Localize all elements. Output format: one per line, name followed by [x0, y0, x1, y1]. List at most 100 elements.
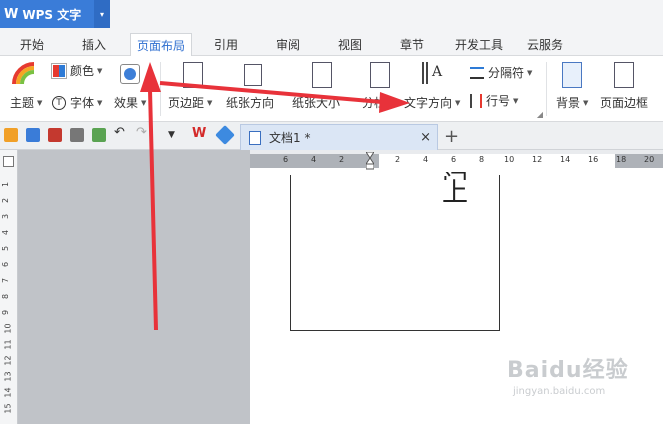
redo-icon[interactable]: ↷ — [136, 125, 150, 140]
ruler-tick: 14 — [3, 387, 13, 398]
text-direction-button[interactable]: 文字方向 ▼ — [404, 94, 460, 111]
ruler-tick: 18 — [616, 155, 627, 164]
tab-developer[interactable]: 开发工具 — [455, 36, 503, 56]
ruler-corner-icon[interactable] — [3, 156, 14, 167]
ruler-tick: 4 — [1, 229, 11, 236]
undo-icon[interactable]: ↶ — [114, 125, 128, 140]
theme-button[interactable]: 主题 ▼ — [10, 94, 42, 111]
text-box[interactable] — [290, 175, 500, 331]
page-border-button[interactable]: 页面边框 — [600, 94, 648, 111]
baidu-watermark: Baidu经验 jingyan.baidu.com — [507, 352, 657, 412]
print-preview-icon[interactable] — [92, 128, 106, 142]
open-folder-icon[interactable] — [4, 128, 18, 142]
wps-logo-icon: W — [4, 6, 19, 22]
ruler-tick: 6 — [451, 155, 457, 164]
wps-home-icon[interactable]: W — [192, 126, 206, 141]
color-button[interactable]: 颜色 ▼ — [51, 62, 102, 79]
group-divider — [160, 62, 161, 116]
vertical-text: 门 上 — [442, 172, 468, 206]
columns-button[interactable]: 分栏 — [362, 94, 386, 111]
ruler-tick: 16 — [588, 155, 599, 164]
orientation-button[interactable]: 纸张方向 — [226, 94, 274, 111]
breaks-button[interactable]: 分隔符 ▼ — [470, 64, 532, 81]
ruler-tick: 14 — [560, 155, 571, 164]
chevron-down-icon[interactable]: ▾ — [94, 0, 110, 28]
ruler-tick: 12 — [3, 355, 13, 366]
tab-page-layout[interactable]: 页面布局 — [130, 33, 193, 57]
margins-icon[interactable] — [183, 62, 203, 88]
ruler-tick: 10 — [3, 323, 13, 334]
theme-icon[interactable] — [12, 62, 38, 86]
tab-review[interactable]: 审阅 — [276, 36, 300, 56]
title-bar: W WPS 文字 ▾ — [0, 0, 663, 32]
ruler-tick: 8 — [1, 293, 11, 300]
font-button[interactable]: T 字体 ▼ — [52, 94, 102, 111]
ruler-tick: 13 — [3, 371, 13, 382]
document-icon — [249, 130, 261, 145]
tab-view[interactable]: 视图 — [338, 36, 362, 56]
cloud-doc-icon[interactable] — [215, 125, 235, 145]
ruler-tick: 12 — [532, 155, 543, 164]
breaks-icon — [470, 66, 484, 79]
ruler-tick: 6 — [1, 261, 11, 268]
customize-toolbar-icon[interactable]: ▼ — [168, 130, 182, 144]
tab-home[interactable]: 开始 — [20, 36, 44, 56]
ruler-tick: 2 — [339, 155, 345, 164]
ruler-tick: 20 — [644, 155, 655, 164]
app-name: WPS 文字 — [22, 7, 82, 22]
orientation-icon[interactable] — [244, 64, 262, 86]
ruler-tick: 3 — [1, 213, 11, 220]
palette-icon — [51, 62, 67, 79]
menu-bar: 开始 插入 页面布局 引用 审阅 视图 章节 开发工具 云服务 — [0, 32, 663, 57]
vertical-ruler: 1 2 3 4 5 6 7 8 9 10 11 12 13 14 15 — [0, 150, 18, 424]
print-icon[interactable] — [70, 128, 84, 142]
tab-references[interactable]: 引用 — [214, 36, 238, 56]
effect-icon[interactable] — [120, 64, 140, 84]
ruler-tick: 2 — [1, 197, 11, 204]
margins-button[interactable]: 页边距 ▼ — [168, 94, 212, 111]
tab-document[interactable]: 文档1 * × — [240, 124, 438, 150]
group-divider — [546, 62, 547, 116]
page-margin-area — [18, 150, 250, 424]
text-char: 上 — [442, 178, 469, 208]
tab-insert[interactable]: 插入 — [82, 36, 106, 56]
line-numbers-button[interactable]: 行号 ▼ — [470, 92, 518, 109]
ruler-tick: 9 — [1, 309, 11, 316]
tab-cloud[interactable]: 云服务 — [527, 36, 563, 56]
ruler-tick: 8 — [479, 155, 485, 164]
horizontal-ruler: 6 4 2 2 4 6 8 10 12 14 16 18 20 — [250, 154, 663, 168]
ruler-tick: 1 — [1, 181, 11, 188]
export-pdf-icon[interactable] — [48, 128, 62, 142]
ruler-tick: 4 — [423, 155, 429, 164]
ruler-tick: 2 — [395, 155, 401, 164]
new-tab-button[interactable]: + — [444, 126, 459, 147]
document-tab-title: 文档1 * — [269, 131, 311, 145]
font-icon: T — [52, 95, 66, 110]
watermark-logo-text: Baidu经验 — [507, 358, 629, 383]
ruler-tick: 5 — [1, 245, 11, 252]
line-numbers-icon — [470, 93, 482, 108]
text-direction-icon[interactable]: A — [422, 62, 444, 88]
ruler-tick: 11 — [3, 339, 13, 350]
ruler-tick: 7 — [1, 277, 11, 284]
background-button[interactable]: 背景 ▼ — [556, 94, 588, 111]
background-icon[interactable] — [562, 62, 582, 88]
ribbon-page-layout: 主题 ▼ 颜色 ▼ T 字体 ▼ 效果 ▼ 页边距 ▼ 纸张方向 纸张大小 分栏 A 文字… — [0, 56, 663, 122]
app-menu-button[interactable]: W WPS 文字 ▾ — [0, 0, 110, 28]
page-border-icon[interactable] — [614, 62, 634, 88]
save-icon[interactable] — [26, 128, 40, 142]
quick-access-toolbar: ↶ ↷ ▼ W 文档1 * × + — [0, 122, 663, 150]
ruler-text-area — [379, 154, 615, 168]
close-icon[interactable]: × — [420, 130, 431, 145]
tab-section[interactable]: 章节 — [400, 36, 424, 56]
columns-icon[interactable] — [370, 62, 390, 88]
ruler-tick: 6 — [283, 155, 289, 164]
ruler-tick: 15 — [3, 403, 13, 414]
watermark-url: jingyan.baidu.com — [513, 386, 606, 397]
indent-marker-icon[interactable] — [365, 151, 375, 170]
ruler-tick: 4 — [311, 155, 317, 164]
paper-size-button[interactable]: 纸张大小 — [292, 94, 340, 111]
paper-size-icon[interactable] — [312, 62, 332, 88]
dialog-launcher-icon[interactable]: ◢ — [537, 110, 543, 119]
effect-button[interactable]: 效果 ▼ — [114, 94, 146, 111]
